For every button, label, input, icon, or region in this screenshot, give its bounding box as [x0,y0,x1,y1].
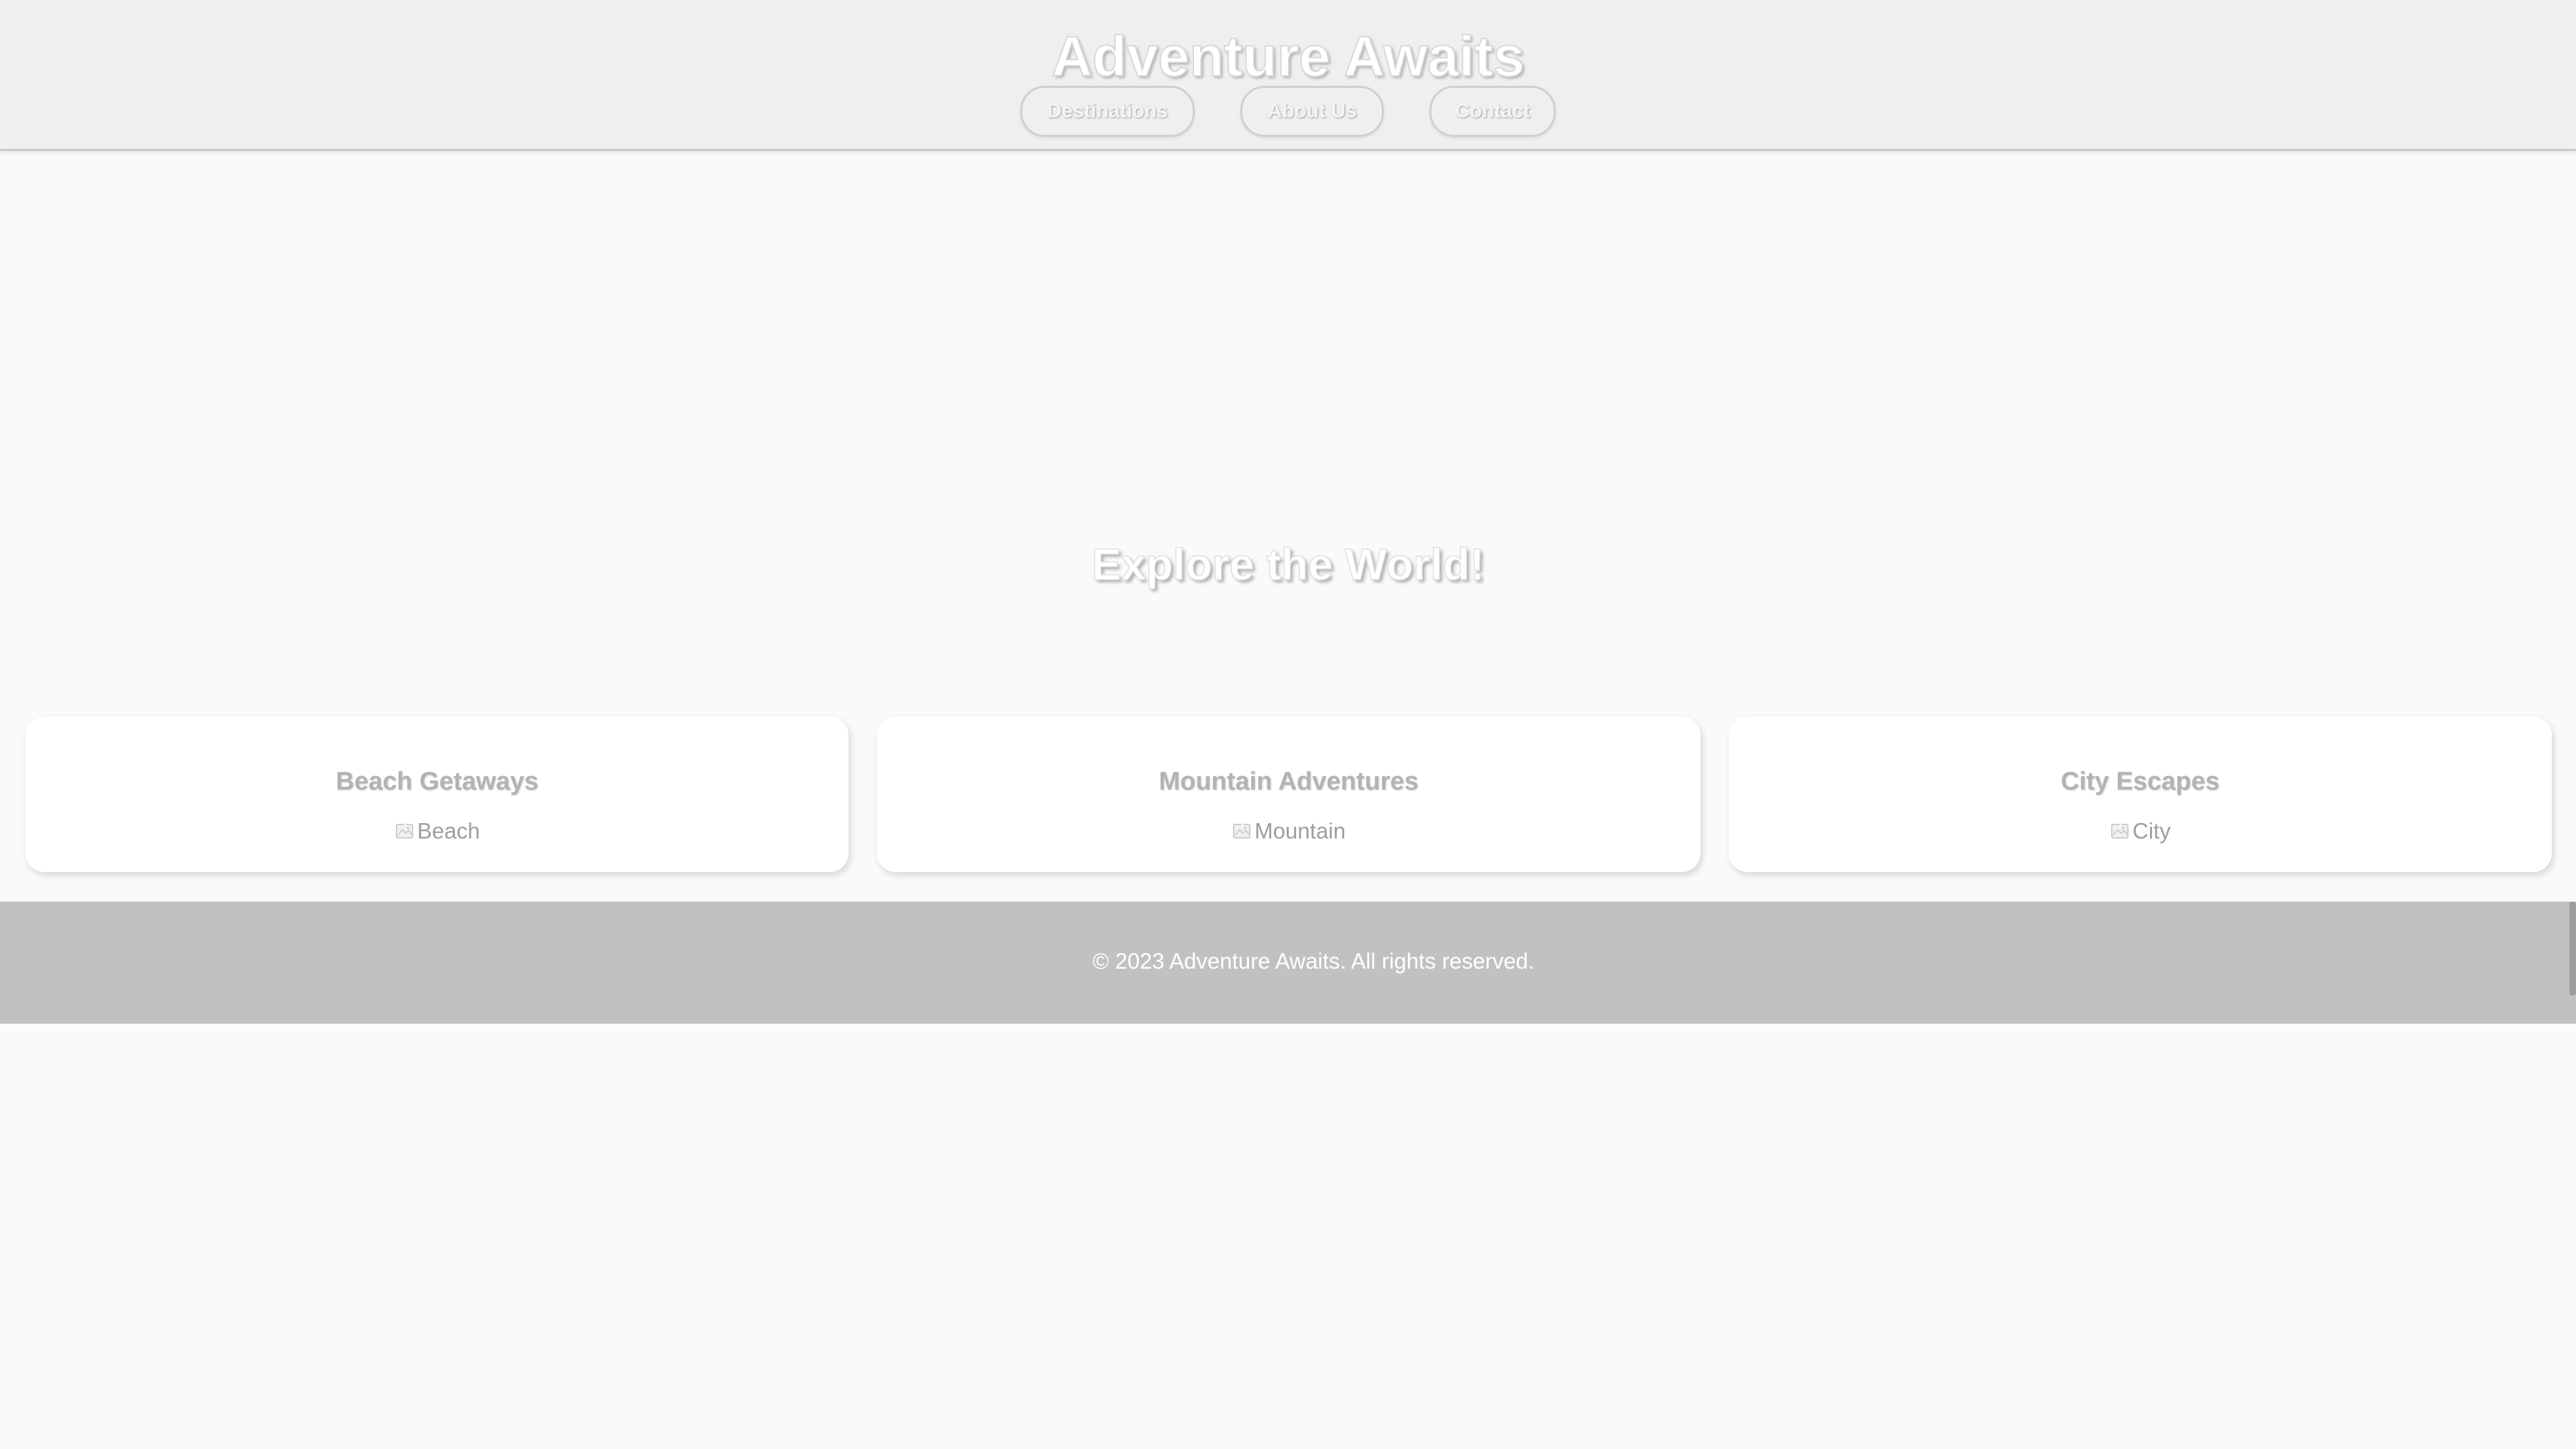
page-scrollbar[interactable] [2569,902,2576,996]
card-image-city: City [1729,818,2552,844]
site-header: Adventure Awaits Destinations About Us C… [0,0,2576,151]
broken-image-icon [1232,820,1253,842]
page: Adventure Awaits Destinations About Us C… [0,0,2576,1449]
hero-title: Explore the World! [1091,539,1485,590]
card-mountain-adventures[interactable]: Mountain Adventures Mountain [877,716,1701,872]
main-nav: Destinations About Us Contact [0,86,2576,137]
destination-cards: Beach Getaways Beach Mountain Adventures… [25,716,2552,873]
card-image-beach: Beach [25,818,849,844]
card-image-alt-text: Beach [417,818,480,843]
card-image-mountain: Mountain [877,818,1700,844]
broken-image-icon [2110,820,2131,842]
site-title: Adventure Awaits [1051,24,1525,89]
card-beach-getaways[interactable]: Beach Getaways Beach [25,716,849,872]
card-title: Beach Getaways [335,767,539,796]
site-footer: © 2023 Adventure Awaits. All rights rese… [0,902,2576,1024]
broken-image-icon [394,820,416,842]
hero-section: Explore the World! [0,151,2576,714]
card-image-alt-text: Mountain [1254,818,1346,843]
nav-destinations-link[interactable]: Destinations [1020,86,1195,137]
card-image-alt-text: City [2132,818,2171,843]
card-title: City Escapes [2061,767,2220,796]
nav-about-us-link[interactable]: About Us [1240,86,1384,137]
nav-contact-link[interactable]: Contact [1430,86,1556,137]
card-title: Mountain Adventures [1159,767,1419,796]
footer-copyright: © 2023 Adventure Awaits. All rights rese… [1092,949,1535,973]
card-city-escapes[interactable]: City Escapes City [1728,716,2552,872]
